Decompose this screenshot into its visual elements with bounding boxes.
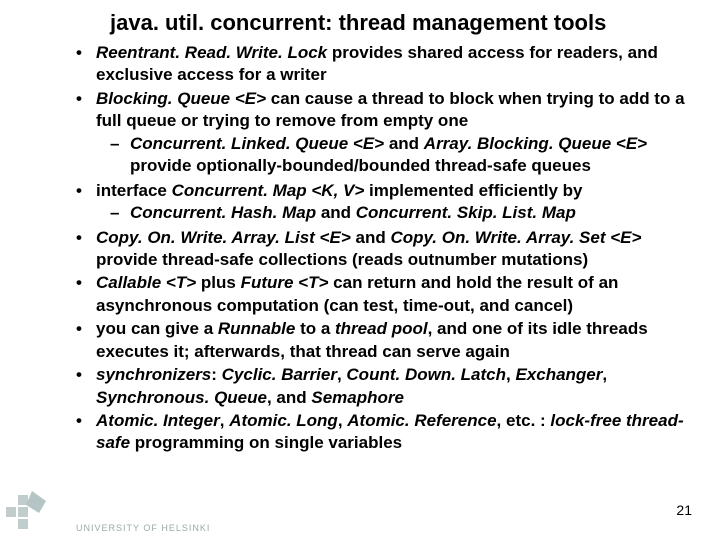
list-item: Reentrant. Read. Write. Lock provides sh…: [72, 42, 692, 88]
sub-list-item: Concurrent. Hash. Map and Concurrent. Sk…: [96, 202, 692, 225]
list-item: synchronizers: Cyclic. Barrier, Count. D…: [72, 364, 692, 410]
list-item: Copy. On. Write. Array. List <E> and Cop…: [72, 227, 692, 273]
sub-list-item: Concurrent. Linked. Queue <E> and Array.…: [96, 133, 692, 179]
list-item: you can give a Runnable to a thread pool…: [72, 318, 692, 364]
list-item: Callable <T> plus Future <T> can return …: [72, 272, 692, 318]
bullet-list: Reentrant. Read. Write. Lock provides sh…: [0, 42, 720, 456]
sub-list: Concurrent. Hash. Map and Concurrent. Sk…: [96, 202, 692, 225]
university-logo-icon: [6, 489, 72, 538]
sub-list: Concurrent. Linked. Queue <E> and Array.…: [96, 133, 692, 179]
university-label: UNIVERSITY OF HELSINKI: [76, 523, 210, 533]
list-item: Blocking. Queue <E> can cause a thread t…: [72, 88, 692, 180]
list-item: Atomic. Integer, Atomic. Long, Atomic. R…: [72, 410, 692, 456]
slide-title: java. util. concurrent: thread managemen…: [0, 0, 720, 42]
list-item: interface Concurrent. Map <K, V> impleme…: [72, 180, 692, 227]
page-number: 21: [676, 502, 692, 518]
